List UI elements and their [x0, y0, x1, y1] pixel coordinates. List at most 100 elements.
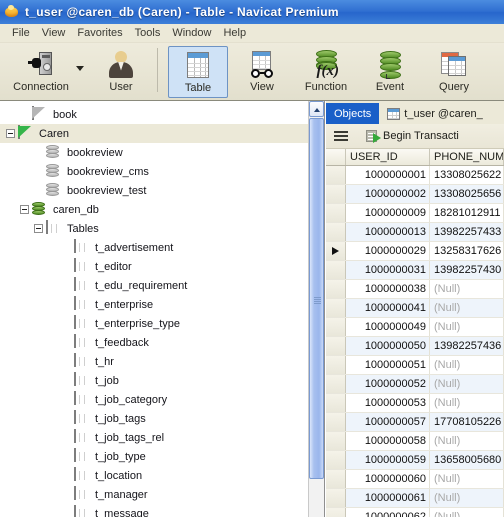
toolbar-button-view[interactable]: View	[232, 46, 292, 98]
tree-item-t-job[interactable]: t_job	[0, 371, 308, 390]
table-row[interactable]: 1000000051 (Null)	[326, 356, 504, 375]
hamburger-icon[interactable]	[334, 130, 348, 142]
row-selector[interactable]	[326, 451, 346, 469]
cell-phone-num[interactable]: 13982257430	[430, 261, 504, 279]
row-selector[interactable]	[326, 261, 346, 279]
table-row[interactable]: 1000000038 (Null)	[326, 280, 504, 299]
menu-item-help[interactable]: Help	[217, 26, 252, 40]
tree-item-t-job-category[interactable]: t_job_category	[0, 390, 308, 409]
table-row[interactable]: 1000000053 (Null)	[326, 394, 504, 413]
tree-item-t-message[interactable]: t_message	[0, 504, 308, 517]
cell-user-id[interactable]: 1000000060	[346, 470, 430, 488]
tree-item-Tables[interactable]: Tables	[0, 219, 308, 238]
table-row[interactable]: 1000000029 13258317626	[326, 242, 504, 261]
cell-phone-num[interactable]: (Null)	[430, 318, 504, 336]
table-row[interactable]: 1000000031 13982257430	[326, 261, 504, 280]
tree-item-caren-db[interactable]: caren_db	[0, 200, 308, 219]
tree-item-bookreview-cms[interactable]: bookreview_cms	[0, 162, 308, 181]
cell-user-id[interactable]: 1000000062	[346, 508, 430, 517]
tree-item-t-location[interactable]: t_location	[0, 466, 308, 485]
row-selector[interactable]	[326, 280, 346, 298]
table-row[interactable]: 1000000062 (Null)	[326, 508, 504, 517]
row-selector[interactable]	[326, 413, 346, 431]
tree-item-t-editor[interactable]: t_editor	[0, 257, 308, 276]
table-row[interactable]: 1000000052 (Null)	[326, 375, 504, 394]
column-header-user-id[interactable]: USER_ID	[346, 149, 430, 165]
scrollbar-thumb[interactable]	[309, 118, 324, 479]
cell-user-id[interactable]: 1000000009	[346, 204, 430, 222]
table-row[interactable]: 1000000059 13658005680	[326, 451, 504, 470]
menu-item-view[interactable]: View	[36, 26, 72, 40]
toolbar-button-query[interactable]: Query	[424, 46, 484, 98]
table-row[interactable]: 1000000002 13308025656	[326, 185, 504, 204]
cell-user-id[interactable]: 1000000061	[346, 489, 430, 507]
table-row[interactable]: 1000000057 17708105226	[326, 413, 504, 432]
table-row[interactable]: 1000000041 (Null)	[326, 299, 504, 318]
table-row[interactable]: 1000000050 13982257436	[326, 337, 504, 356]
toolbar-button-function[interactable]: f(x) Function	[296, 46, 356, 98]
row-selector[interactable]	[326, 223, 346, 241]
cell-phone-num[interactable]: (Null)	[430, 489, 504, 507]
tree-item-bookreview-test[interactable]: bookreview_test	[0, 181, 308, 200]
cell-phone-num[interactable]: (Null)	[430, 394, 504, 412]
toolbar-button-user[interactable]: User	[91, 46, 151, 98]
cell-phone-num[interactable]: 18281012911	[430, 204, 504, 222]
cell-user-id[interactable]: 1000000058	[346, 432, 430, 450]
cell-phone-num[interactable]: (Null)	[430, 375, 504, 393]
tree-item-t-enterprise[interactable]: t_enterprise	[0, 295, 308, 314]
tree-item-book[interactable]: book	[0, 105, 308, 124]
table-row[interactable]: 1000000001 13308025622	[326, 166, 504, 185]
menu-item-window[interactable]: Window	[166, 26, 217, 40]
cell-phone-num[interactable]: 13308025656	[430, 185, 504, 203]
cell-phone-num[interactable]: (Null)	[430, 356, 504, 374]
menu-item-file[interactable]: File	[6, 26, 36, 40]
row-selector[interactable]	[326, 470, 346, 488]
cell-phone-num[interactable]: (Null)	[430, 432, 504, 450]
cell-phone-num[interactable]: 13258317626	[430, 242, 504, 260]
tree-item-t-job-tags[interactable]: t_job_tags	[0, 409, 308, 428]
table-row[interactable]: 1000000058 (Null)	[326, 432, 504, 451]
tree-item-t-edu-requirement[interactable]: t_edu_requirement	[0, 276, 308, 295]
table-row[interactable]: 1000000060 (Null)	[326, 470, 504, 489]
cell-phone-num[interactable]: (Null)	[430, 470, 504, 488]
tree-item-t-hr[interactable]: t_hr	[0, 352, 308, 371]
collapse-icon[interactable]	[20, 205, 29, 214]
tree-item-t-advertisement[interactable]: t_advertisement	[0, 238, 308, 257]
tree-item-bookreview[interactable]: bookreview	[0, 143, 308, 162]
tree-item-Caren[interactable]: Caren	[0, 124, 308, 143]
cell-phone-num[interactable]: (Null)	[430, 280, 504, 298]
cell-user-id[interactable]: 1000000002	[346, 185, 430, 203]
cell-phone-num[interactable]: (Null)	[430, 508, 504, 517]
table-row[interactable]: 1000000009 18281012911	[326, 204, 504, 223]
tree-item-t-job-type[interactable]: t_job_type	[0, 447, 308, 466]
row-selector[interactable]	[326, 337, 346, 355]
row-selector[interactable]	[326, 299, 346, 317]
column-header-phone-num[interactable]: PHONE_NUM	[430, 149, 504, 165]
tab-t-user[interactable]: t_user @caren_	[379, 103, 490, 124]
tree-item-t-job-tags-rel[interactable]: t_job_tags_rel	[0, 428, 308, 447]
menu-item-tools[interactable]: Tools	[129, 26, 167, 40]
cell-user-id[interactable]: 1000000049	[346, 318, 430, 336]
row-selector[interactable]	[326, 242, 346, 260]
row-selector[interactable]	[326, 489, 346, 507]
collapse-icon[interactable]	[6, 129, 15, 138]
toolbar-button-event[interactable]: Event	[360, 46, 420, 98]
cell-user-id[interactable]: 1000000059	[346, 451, 430, 469]
tree-item-t-enterprise-type[interactable]: t_enterprise_type	[0, 314, 308, 333]
row-selector[interactable]	[326, 432, 346, 450]
cell-user-id[interactable]: 1000000057	[346, 413, 430, 431]
cell-user-id[interactable]: 1000000050	[346, 337, 430, 355]
cell-phone-num[interactable]: 13658005680	[430, 451, 504, 469]
collapse-icon[interactable]	[34, 224, 43, 233]
table-row[interactable]: 1000000049 (Null)	[326, 318, 504, 337]
table-row[interactable]: 1000000061 (Null)	[326, 489, 504, 508]
cell-user-id[interactable]: 1000000041	[346, 299, 430, 317]
table-row[interactable]: 1000000013 13982257433	[326, 223, 504, 242]
row-selector[interactable]	[326, 375, 346, 393]
cell-user-id[interactable]: 1000000001	[346, 166, 430, 184]
tree-item-t-feedback[interactable]: t_feedback	[0, 333, 308, 352]
row-selector[interactable]	[326, 185, 346, 203]
cell-user-id[interactable]: 1000000031	[346, 261, 430, 279]
toolbar-button-table[interactable]: Table	[168, 46, 228, 98]
row-selector[interactable]	[326, 166, 346, 184]
